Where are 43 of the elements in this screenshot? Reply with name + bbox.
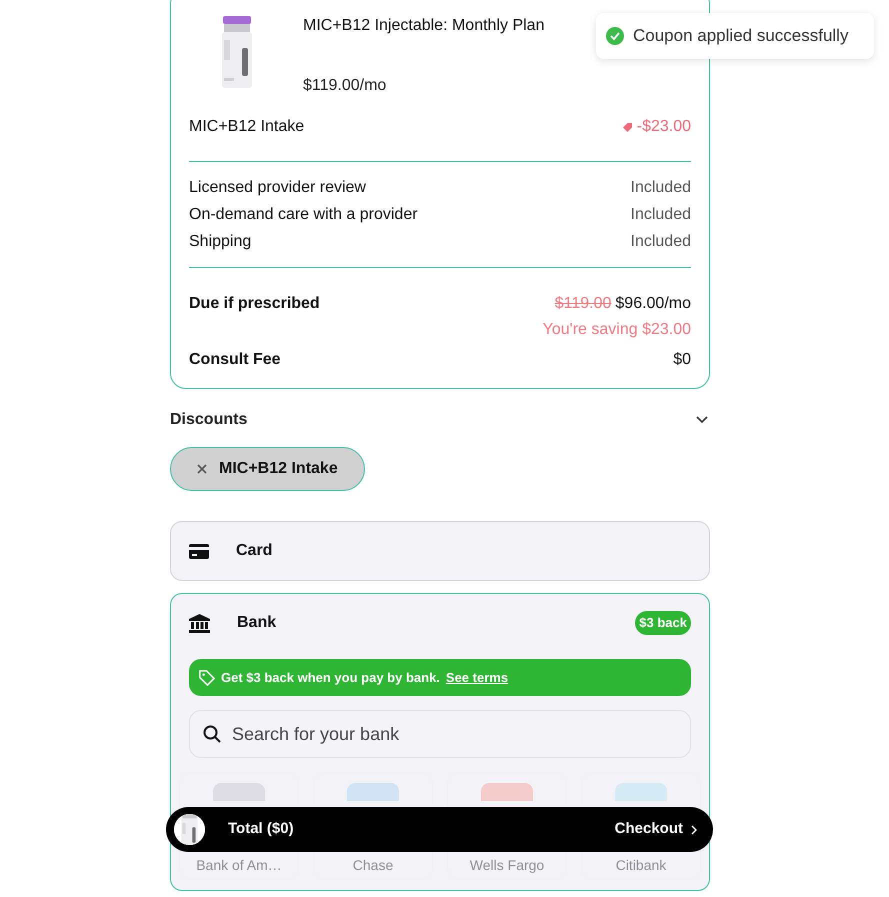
discounts-heading: Discounts xyxy=(170,410,248,430)
fee-value: Included xyxy=(630,178,691,198)
bank-name[interactable]: Wells Fargo xyxy=(470,857,544,873)
cashback-badge: $3 back xyxy=(635,611,691,635)
chevron-right-icon xyxy=(691,824,697,834)
check-circle-icon xyxy=(606,27,624,45)
discount-label: MIC+B12 Intake xyxy=(189,117,304,137)
toast-message: Coupon applied successfully xyxy=(633,25,848,48)
bank-icon xyxy=(189,614,210,632)
close-icon[interactable] xyxy=(197,464,207,474)
savings-text: You're saving $23.00 xyxy=(542,320,691,340)
bank-name[interactable]: Bank of Am… xyxy=(196,857,282,873)
due-price: $96.00/mo xyxy=(615,294,691,314)
search-icon xyxy=(203,725,221,743)
promo-text: Get $3 back when you pay by bank. xyxy=(221,668,440,687)
fee-value: Included xyxy=(630,205,691,225)
bank-name[interactable]: Chase xyxy=(352,857,394,873)
checkout-bar[interactable]: Total ($0) Checkout xyxy=(166,807,713,852)
card-option-panel[interactable]: Card xyxy=(170,521,710,581)
due-label: Due if prescribed xyxy=(189,294,320,314)
bank-name[interactable]: Citibank xyxy=(616,857,666,873)
credit-card-icon xyxy=(189,544,209,558)
fee-label: Licensed provider review xyxy=(189,178,366,198)
tag-icon xyxy=(198,669,215,686)
tag-icon xyxy=(622,122,632,132)
checkout-label: Checkout xyxy=(614,819,683,840)
original-price: $119.00 xyxy=(554,294,612,314)
bank-search-field[interactable]: Search for your bank xyxy=(189,710,691,758)
product-price: $119.00/mo xyxy=(303,76,388,96)
discount-amount: -$23.00 xyxy=(636,117,691,137)
terms-link[interactable]: See terms xyxy=(446,668,508,688)
fee-label: On-demand care with a provider xyxy=(189,205,418,225)
discount-chip[interactable]: MIC+B12 Intake xyxy=(170,447,365,491)
chip-label: MIC+B12 Intake xyxy=(219,459,338,479)
chevron-down-icon[interactable] xyxy=(696,416,708,424)
payment-method-label: Bank xyxy=(237,613,276,633)
consult-fee-value: $0 xyxy=(673,350,691,370)
total-label: Total ($0) xyxy=(228,819,294,840)
payment-method-label: Card xyxy=(236,541,272,561)
consult-fee-label: Consult Fee xyxy=(189,350,281,370)
fee-label: Shipping xyxy=(189,232,252,252)
fee-value: Included xyxy=(630,232,691,252)
product-title: MIC+B12 Injectable: Monthly Plan xyxy=(303,16,544,36)
